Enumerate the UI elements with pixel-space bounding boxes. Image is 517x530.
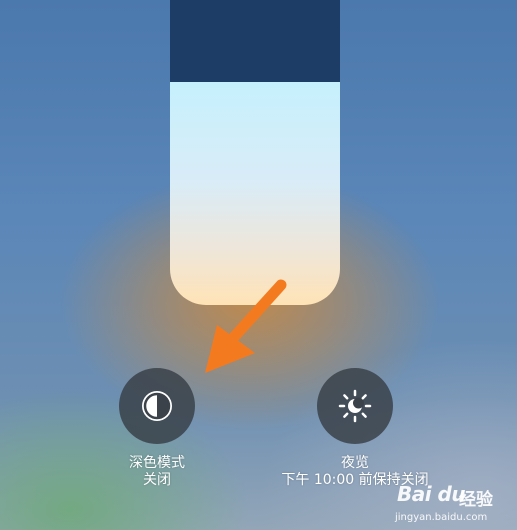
brightness-slider[interactable]: [170, 0, 340, 305]
dark-mode-title: 深色模式: [129, 455, 185, 471]
annotation-arrow: [205, 279, 287, 373]
brightness-slider-fill: [170, 82, 340, 305]
sun-moon-icon: [338, 389, 372, 423]
control-center-screen: { "brightness": { "level_fraction": 0.73…: [0, 0, 517, 530]
night-shift-title: 夜览: [341, 455, 369, 471]
night-shift-button[interactable]: [317, 368, 393, 444]
jingyan-brand: 经验: [459, 490, 493, 510]
dark-mode-button[interactable]: [119, 368, 195, 444]
dark-mode-icon: [142, 391, 172, 421]
baidu-jingyan-watermark: Bai du 经验 jingyan.baidu.com: [393, 482, 513, 527]
watermark-url: jingyan.baidu.com: [395, 512, 488, 523]
dark-mode-status: 关闭: [143, 472, 171, 488]
baidu-logo: Bai du: [397, 482, 466, 506]
annotation-arrow-head: [205, 325, 255, 373]
brightness-slider-empty-track: [170, 0, 340, 82]
